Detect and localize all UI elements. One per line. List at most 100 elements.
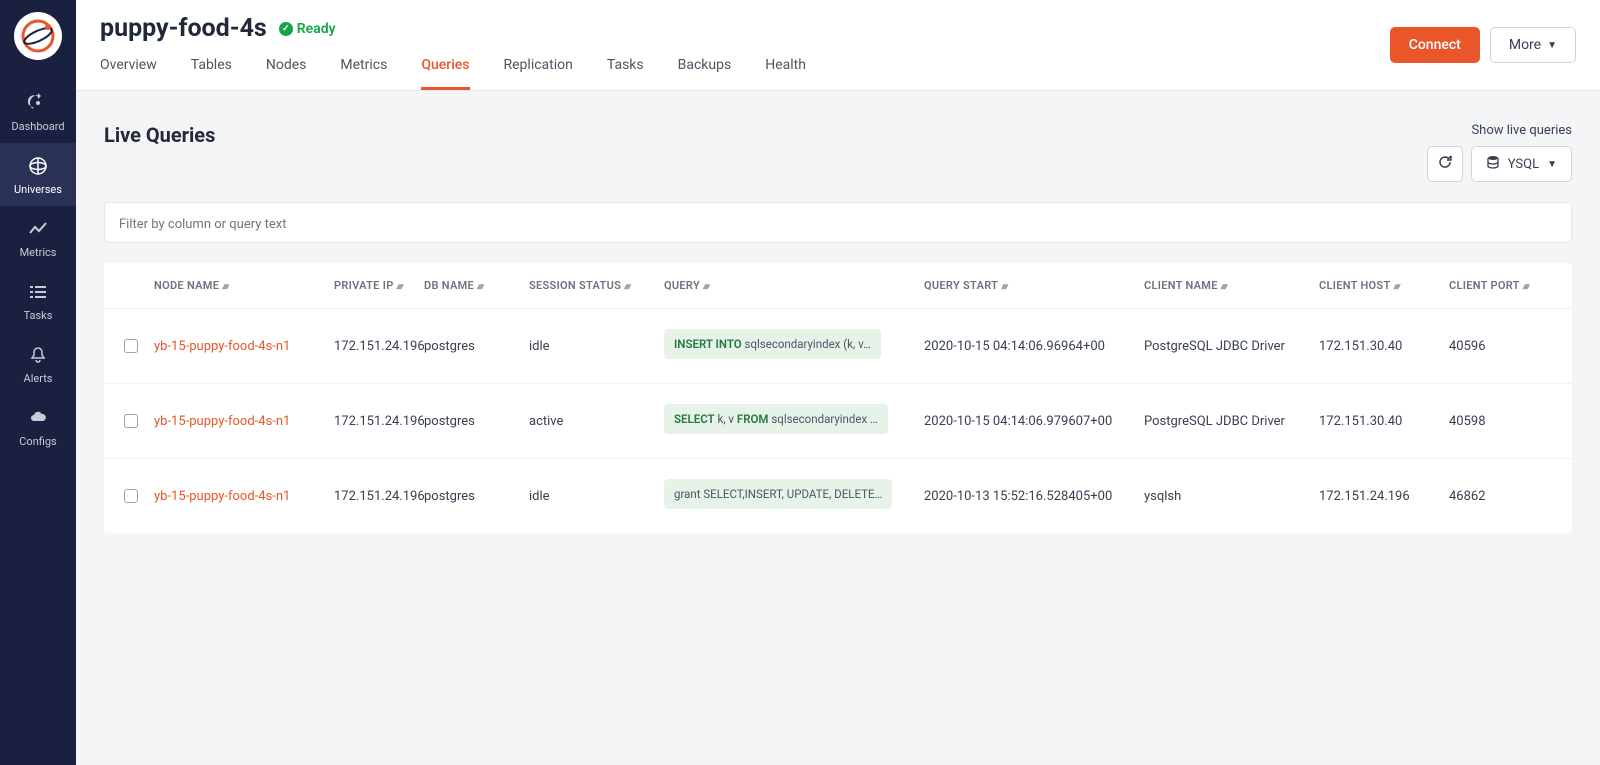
cloud-icon bbox=[27, 407, 49, 429]
sidebar-item-label: Alerts bbox=[24, 372, 53, 385]
sidebar-item-label: Configs bbox=[19, 435, 56, 448]
gauge-icon bbox=[27, 92, 49, 114]
sidebar-item-configs[interactable]: Configs bbox=[0, 395, 76, 458]
cell-ip: 172.151.24.196 bbox=[334, 489, 424, 504]
caret-down-icon: ▼ bbox=[1547, 159, 1557, 170]
filter-container bbox=[104, 202, 1572, 243]
sort-icon: ▴▾ bbox=[703, 282, 708, 292]
cell-host: 172.151.24.196 bbox=[1319, 489, 1449, 504]
sort-icon: ▴▾ bbox=[624, 282, 629, 292]
topbar: puppy-food-4s ✓ Ready Overview Tables No… bbox=[76, 0, 1600, 91]
row-checkbox[interactable] bbox=[124, 414, 138, 428]
sidebar-item-universes[interactable]: Universes bbox=[0, 143, 76, 206]
query-pill[interactable]: grant SELECT,INSERT, UPDATE, DELETE… bbox=[664, 479, 892, 509]
cell-client: PostgreSQL JDBC Driver bbox=[1144, 414, 1319, 429]
col-client-name[interactable]: CLIENT NAME▴▾ bbox=[1144, 279, 1319, 292]
node-link[interactable]: yb-15-puppy-food-4s-n1 bbox=[154, 489, 290, 504]
col-query-start[interactable]: QUERY START▴▾ bbox=[924, 279, 1144, 292]
cell-start: 2020-10-15 04:14:06.979607+00 bbox=[924, 414, 1144, 429]
cell-db: postgres bbox=[424, 414, 529, 429]
cell-port: 46862 bbox=[1449, 489, 1539, 504]
section-title: Live Queries bbox=[104, 123, 215, 147]
show-live-queries-label: Show live queries bbox=[1427, 123, 1572, 138]
tabs: Overview Tables Nodes Metrics Queries Re… bbox=[100, 57, 1576, 90]
col-session-status[interactable]: SESSION STATUS▴▾ bbox=[529, 279, 664, 292]
refresh-button[interactable] bbox=[1427, 146, 1463, 182]
col-db-name[interactable]: DB NAME▴▾ bbox=[424, 279, 529, 292]
cell-start: 2020-10-13 15:52:16.528405+00 bbox=[924, 489, 1144, 504]
node-link[interactable]: yb-15-puppy-food-4s-n1 bbox=[154, 339, 290, 354]
filter-input[interactable] bbox=[119, 217, 1557, 232]
main: ▼ puppy-food-4s ✓ Ready Overview Tables … bbox=[76, 0, 1600, 765]
page-title: puppy-food-4s bbox=[100, 14, 267, 43]
sidebar-item-label: Metrics bbox=[20, 246, 57, 259]
col-node-name[interactable]: NODE NAME▴▾ bbox=[154, 279, 334, 292]
table-row: yb-15-puppy-food-4s-n1 172.151.24.196 po… bbox=[104, 308, 1572, 383]
cell-client: PostgreSQL JDBC Driver bbox=[1144, 339, 1319, 354]
cell-session: idle bbox=[529, 489, 664, 504]
sidebar-item-label: Universes bbox=[14, 183, 62, 196]
cell-ip: 172.151.24.196 bbox=[334, 339, 424, 354]
sidebar-item-label: Dashboard bbox=[11, 120, 64, 133]
tab-tables[interactable]: Tables bbox=[191, 57, 232, 90]
sidebar-item-label: Tasks bbox=[24, 309, 53, 322]
sidebar: Dashboard Universes Metrics Tasks Alerts… bbox=[0, 0, 76, 765]
tab-overview[interactable]: Overview bbox=[100, 57, 157, 90]
connect-button[interactable]: Connect bbox=[1390, 27, 1480, 63]
cell-session: active bbox=[529, 414, 664, 429]
cell-port: 40596 bbox=[1449, 339, 1539, 354]
cell-ip: 172.151.24.196 bbox=[334, 414, 424, 429]
cell-host: 172.151.30.40 bbox=[1319, 414, 1449, 429]
refresh-icon bbox=[1437, 154, 1453, 174]
queries-table: NODE NAME▴▾ PRIVATE IP▴▾ DB NAME▴▾ SESSI… bbox=[104, 263, 1572, 533]
globe-icon bbox=[27, 155, 49, 177]
tab-replication[interactable]: Replication bbox=[504, 57, 573, 90]
app-logo[interactable] bbox=[14, 12, 62, 60]
cell-host: 172.151.30.40 bbox=[1319, 339, 1449, 354]
sort-icon: ▴▾ bbox=[397, 282, 402, 292]
col-private-ip[interactable]: PRIVATE IP▴▾ bbox=[334, 279, 424, 292]
tab-nodes[interactable]: Nodes bbox=[266, 57, 307, 90]
cell-client: ysqlsh bbox=[1144, 489, 1319, 504]
cell-db: postgres bbox=[424, 489, 529, 504]
tab-health[interactable]: Health bbox=[765, 57, 806, 90]
cell-session: idle bbox=[529, 339, 664, 354]
list-icon bbox=[27, 281, 49, 303]
table-row: yb-15-puppy-food-4s-n1 172.151.24.196 po… bbox=[104, 458, 1572, 533]
sort-icon: ▴▾ bbox=[477, 282, 482, 292]
query-pill[interactable]: INSERT INTO sqlsecondaryindex (k, v… bbox=[664, 329, 881, 359]
col-client-host[interactable]: CLIENT HOST▴▾ bbox=[1319, 279, 1449, 292]
sidebar-item-metrics[interactable]: Metrics bbox=[0, 206, 76, 269]
query-pill[interactable]: SELECT k, v FROM sqlsecondaryindex … bbox=[664, 404, 888, 434]
row-checkbox[interactable] bbox=[124, 339, 138, 353]
table-row: yb-15-puppy-food-4s-n1 172.151.24.196 po… bbox=[104, 383, 1572, 458]
sidebar-item-dashboard[interactable]: Dashboard bbox=[0, 80, 76, 143]
table-header: NODE NAME▴▾ PRIVATE IP▴▾ DB NAME▴▾ SESSI… bbox=[104, 263, 1572, 308]
cell-start: 2020-10-15 04:14:06.96964+00 bbox=[924, 339, 1144, 354]
sidebar-item-tasks[interactable]: Tasks bbox=[0, 269, 76, 332]
cell-db: postgres bbox=[424, 339, 529, 354]
caret-down-icon: ▼ bbox=[1547, 40, 1557, 51]
col-query[interactable]: QUERY▴▾ bbox=[664, 279, 924, 292]
more-button[interactable]: More ▼ bbox=[1490, 27, 1576, 63]
sidebar-item-alerts[interactable]: Alerts bbox=[0, 332, 76, 395]
query-type-dropdown[interactable]: YSQL ▼ bbox=[1471, 146, 1572, 182]
sort-icon: ▴▾ bbox=[1221, 282, 1226, 292]
bell-icon bbox=[27, 344, 49, 366]
content: Live Queries Show live queries YSQL ▼ bbox=[76, 91, 1600, 765]
status-badge: ✓ Ready bbox=[279, 21, 336, 37]
tab-queries[interactable]: Queries bbox=[421, 57, 469, 90]
chart-line-icon bbox=[27, 218, 49, 240]
col-client-port[interactable]: CLIENT PORT▴▾ bbox=[1449, 279, 1539, 292]
sort-icon: ▴▾ bbox=[1394, 282, 1399, 292]
sort-icon: ▴▾ bbox=[1001, 282, 1006, 292]
sort-icon: ▴▾ bbox=[222, 282, 227, 292]
tab-backups[interactable]: Backups bbox=[678, 57, 732, 90]
node-link[interactable]: yb-15-puppy-food-4s-n1 bbox=[154, 414, 290, 429]
tab-tasks[interactable]: Tasks bbox=[607, 57, 644, 90]
row-checkbox[interactable] bbox=[124, 489, 138, 503]
tab-metrics[interactable]: Metrics bbox=[340, 57, 387, 90]
database-icon bbox=[1486, 155, 1500, 173]
sort-icon: ▴▾ bbox=[1523, 282, 1528, 292]
check-icon: ✓ bbox=[279, 22, 293, 36]
